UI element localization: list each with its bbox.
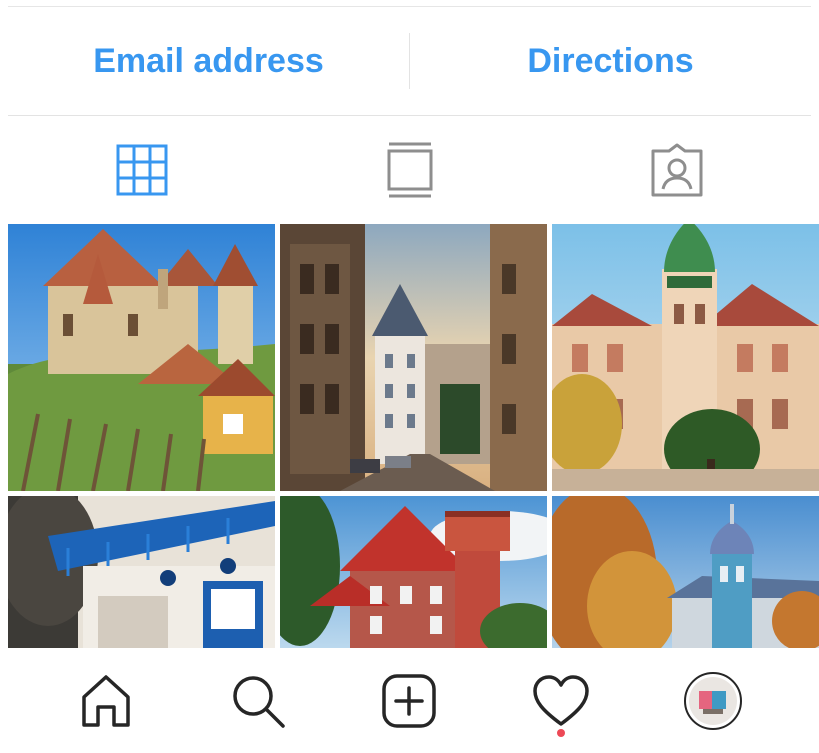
- nav-new-post[interactable]: [359, 651, 459, 751]
- post-thumbnail[interactable]: [8, 496, 275, 648]
- bottom-navigation: [0, 648, 819, 753]
- post-thumbnail[interactable]: [8, 224, 275, 491]
- post-thumbnail[interactable]: [280, 496, 547, 648]
- post-image-street-tower: [280, 224, 547, 491]
- heart-icon: [533, 674, 590, 726]
- post-thumbnail[interactable]: [552, 496, 819, 648]
- grid-icon: [116, 144, 168, 195]
- tab-grid[interactable]: [8, 116, 276, 223]
- photo-grid: [8, 224, 819, 648]
- avatar-image: [689, 676, 738, 725]
- directions-button[interactable]: Directions: [410, 7, 811, 115]
- contact-row: Email address Directions: [8, 7, 811, 115]
- add-post-icon: [382, 673, 437, 728]
- post-image-blue-house: [8, 496, 275, 648]
- profile-tabs: [8, 116, 811, 223]
- post-image-palace: [552, 224, 819, 491]
- post-image-water-tower: [280, 496, 547, 648]
- tagged-person-icon: [651, 143, 703, 196]
- post-thumbnail[interactable]: [280, 224, 547, 491]
- notification-dot: [557, 728, 566, 737]
- search-icon: [232, 675, 285, 728]
- tab-feed[interactable]: [276, 116, 544, 223]
- post-image-church-village: [8, 224, 275, 491]
- avatar: [684, 671, 743, 730]
- nav-home[interactable]: [56, 651, 156, 751]
- nav-profile[interactable]: [663, 651, 763, 751]
- email-address-button[interactable]: Email address: [8, 7, 409, 115]
- nav-search[interactable]: [208, 651, 308, 751]
- post-thumbnail[interactable]: [552, 224, 819, 491]
- feed-view-icon: [387, 142, 432, 197]
- home-icon: [82, 674, 130, 727]
- post-image-blue-church: [552, 496, 819, 648]
- nav-activity[interactable]: [511, 651, 611, 751]
- tab-tagged[interactable]: [543, 116, 811, 223]
